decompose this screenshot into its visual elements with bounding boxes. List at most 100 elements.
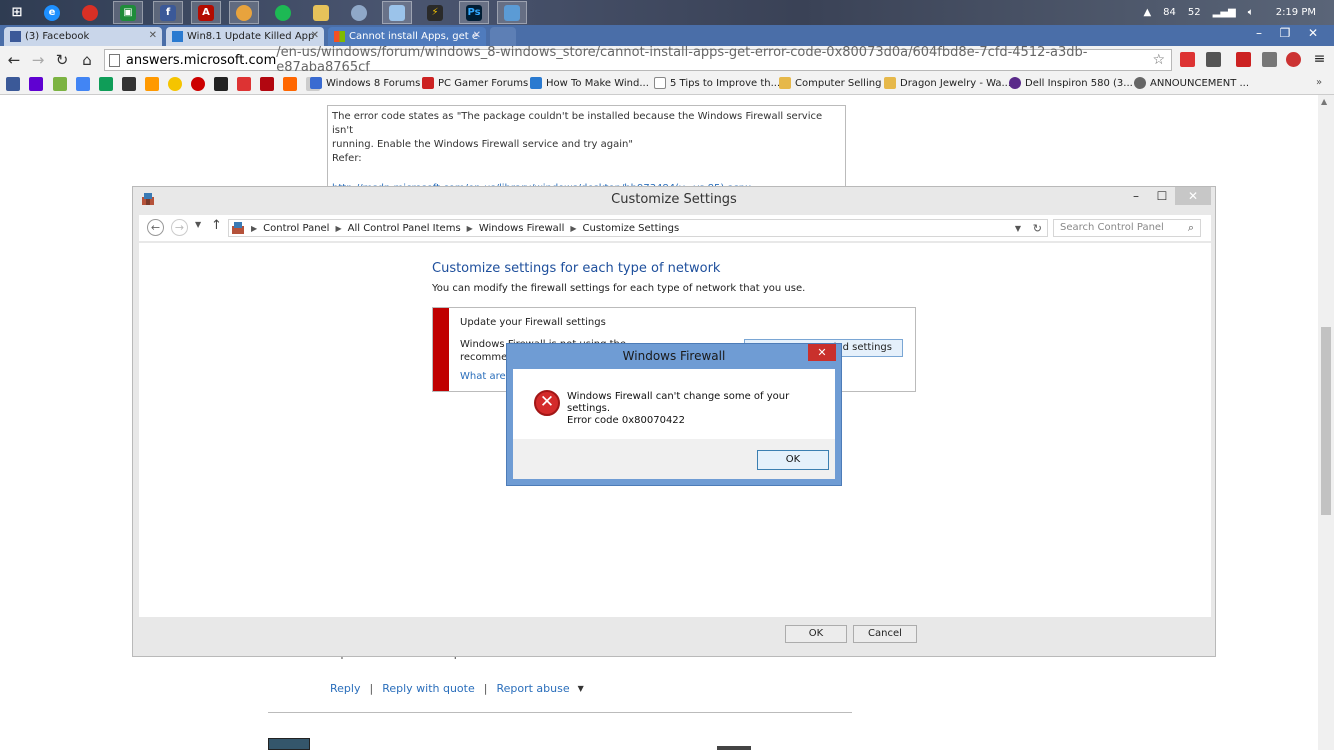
tab-cannot-install[interactable]: Cannot install Apps, get e ✕ xyxy=(328,27,486,46)
excel-app-icon[interactable]: ▣ xyxy=(113,1,143,24)
netflix-icon[interactable] xyxy=(260,77,274,91)
forward-icon[interactable]: → xyxy=(171,219,188,236)
bookmark-r-icon[interactable] xyxy=(191,77,205,91)
bookmark-computer-selling[interactable]: Computer Selling xyxy=(779,77,881,89)
extension-icon[interactable] xyxy=(1180,52,1195,67)
cancel-button[interactable]: Cancel xyxy=(853,625,917,643)
adblock-icon[interactable] xyxy=(1286,52,1301,67)
quoted-reply: The error code states as "The package co… xyxy=(327,105,846,194)
up-arrow-icon[interactable]: ↑ xyxy=(211,218,222,233)
file-explorer-icon[interactable] xyxy=(306,1,336,24)
tab-win81-update[interactable]: Win8.1 Update Killed App ✕ xyxy=(166,27,324,46)
home-icon[interactable]: ⌂ xyxy=(77,50,97,70)
dialog-ok-button[interactable]: OK xyxy=(757,450,829,470)
internet-explorer-icon[interactable]: e xyxy=(37,1,67,24)
network-tool-icon[interactable] xyxy=(344,1,374,24)
facebook-app-icon[interactable]: f xyxy=(153,1,183,24)
chrome-icon-2[interactable] xyxy=(229,1,259,24)
winamp-icon[interactable]: ⚡ xyxy=(420,1,450,24)
close-window-icon[interactable]: ✕ xyxy=(1300,25,1326,43)
bookmark-announcement[interactable]: ANNOUNCEMENT ... xyxy=(1134,77,1249,89)
more-bookmarks-icon[interactable]: » xyxy=(1316,77,1322,88)
bookmark-icon[interactable] xyxy=(53,77,67,91)
scroll-up-icon[interactable]: ▲ xyxy=(1321,97,1327,106)
address-bar[interactable]: answers.microsoft.com /en-us/windows/for… xyxy=(104,45,1172,75)
yahoo-icon[interactable] xyxy=(1262,52,1277,67)
breadcrumb-windows-firewall[interactable]: Windows Firewall xyxy=(479,223,565,234)
yahoo-bookmark-icon[interactable] xyxy=(29,77,43,91)
close-icon[interactable]: ✕ xyxy=(149,30,157,41)
bookmark-red-icon[interactable] xyxy=(237,77,251,91)
close-icon[interactable]: ✕ xyxy=(808,344,836,361)
briefcase-icon[interactable] xyxy=(122,77,136,91)
tab-facebook[interactable]: (3) Facebook ✕ xyxy=(4,27,162,46)
soundcloud-icon[interactable] xyxy=(283,77,297,91)
dark-bar xyxy=(717,746,751,750)
what-are-link[interactable]: What are t xyxy=(460,371,513,382)
chevron-down-icon[interactable]: ▼ xyxy=(1015,224,1021,233)
maximize-icon[interactable]: ☐ xyxy=(1149,187,1175,205)
bookmark-windows8-forums[interactable]: Windows 8 Forums xyxy=(310,77,420,89)
control-panel-icon xyxy=(232,222,244,234)
search-icon[interactable]: ⌕ xyxy=(1188,220,1194,236)
bookmark-dell-inspiron[interactable]: Dell Inspiron 580 (3... xyxy=(1009,77,1133,89)
spotify-icon[interactable] xyxy=(268,1,298,24)
scroll-thumb[interactable] xyxy=(1321,327,1331,515)
chrome-icon[interactable] xyxy=(75,1,105,24)
refresh-icon[interactable]: ↻ xyxy=(1033,222,1042,235)
play-store-icon[interactable] xyxy=(99,77,113,91)
google-plus-icon[interactable] xyxy=(76,77,90,91)
tray-temp1: 84 xyxy=(1163,7,1176,18)
windows-start-icon[interactable]: ⊞ xyxy=(2,1,32,24)
page-scrollbar[interactable]: ▲ xyxy=(1318,95,1334,750)
breadcrumb[interactable]: ▶ Control Panel ▶ All Control Panel Item… xyxy=(228,219,1048,237)
reload-icon[interactable]: ↻ xyxy=(52,50,72,70)
tray-arrow-icon[interactable]: ▲ xyxy=(1143,7,1151,18)
breadcrumb-control-panel[interactable]: Control Panel xyxy=(263,223,329,234)
new-tab-button[interactable] xyxy=(490,27,516,46)
adobe-reader-icon[interactable]: A xyxy=(191,1,221,24)
remote-desktop-icon[interactable] xyxy=(497,1,527,24)
report-abuse-link[interactable]: Report abuse xyxy=(496,682,569,695)
close-icon[interactable]: ✕ xyxy=(473,30,481,41)
back-icon[interactable]: ← xyxy=(147,219,164,236)
bookmark-dragon-jewelry[interactable]: Dragon Jewelry - Wa... xyxy=(884,77,1011,89)
breadcrumb-customize-settings[interactable]: Customize Settings xyxy=(583,223,680,234)
ok-button[interactable]: OK xyxy=(785,625,847,643)
reply-with-quote-link[interactable]: Reply with quote xyxy=(382,682,475,695)
close-icon[interactable]: ✕ xyxy=(311,30,319,41)
chevron-down-icon[interactable]: ▼ xyxy=(578,684,584,693)
reply-link[interactable]: Reply xyxy=(330,682,360,695)
signal-icon[interactable]: ▂▄▆ xyxy=(1213,7,1236,18)
clock[interactable]: 2:19 PM xyxy=(1276,7,1316,18)
separator: | xyxy=(369,682,374,695)
reply-actions: Reply | Reply with quote | Report abuse … xyxy=(330,682,584,695)
extension-red-icon[interactable] xyxy=(1236,52,1251,67)
search-control-panel-input[interactable]: Search Control Panel ⌕ xyxy=(1053,219,1201,237)
bookmark-yellow-icon[interactable] xyxy=(168,77,182,91)
close-icon[interactable]: ✕ xyxy=(1175,187,1211,205)
facebook-bookmark-icon[interactable] xyxy=(6,77,20,91)
menu-icon[interactable]: ≡ xyxy=(1312,52,1327,67)
quote-line: running. Enable the Windows Firewall ser… xyxy=(332,139,633,150)
bookmark-icon xyxy=(1134,77,1146,89)
bookmark-star-icon[interactable]: ☆ xyxy=(1152,52,1165,68)
bookmark-5-tips[interactable]: 5 Tips to Improve th... xyxy=(654,77,780,89)
volume-icon[interactable]: 🔈︎ xyxy=(1248,7,1254,18)
explorer-address-bar: ← → ▼ ↑ ▶ Control Panel ▶ All Control Pa… xyxy=(139,215,1211,241)
bookmark-how-to-make[interactable]: How To Make Wind... xyxy=(530,77,649,89)
back-icon[interactable]: ← xyxy=(4,50,24,70)
qr-code-icon[interactable] xyxy=(1206,52,1221,67)
forward-icon[interactable]: → xyxy=(28,50,48,70)
bookmark-pc-gamer[interactable]: PC Gamer Forums xyxy=(422,77,528,89)
restore-icon[interactable]: ❐ xyxy=(1272,25,1298,43)
system-tray: ▲ 84 52 ▂▄▆ 🔈︎ 2:19 PM xyxy=(1143,0,1334,25)
recent-dropdown-icon[interactable]: ▼ xyxy=(195,220,201,229)
amazon-icon[interactable] xyxy=(145,77,159,91)
photoshop-icon[interactable]: Ps xyxy=(459,1,489,24)
breadcrumb-all-items[interactable]: All Control Panel Items xyxy=(348,223,461,234)
bookmark-car-icon[interactable] xyxy=(214,77,228,91)
minimize-icon[interactable]: – xyxy=(1123,187,1149,205)
notepad-icon[interactable] xyxy=(382,1,412,24)
minimize-icon[interactable]: – xyxy=(1246,25,1272,43)
